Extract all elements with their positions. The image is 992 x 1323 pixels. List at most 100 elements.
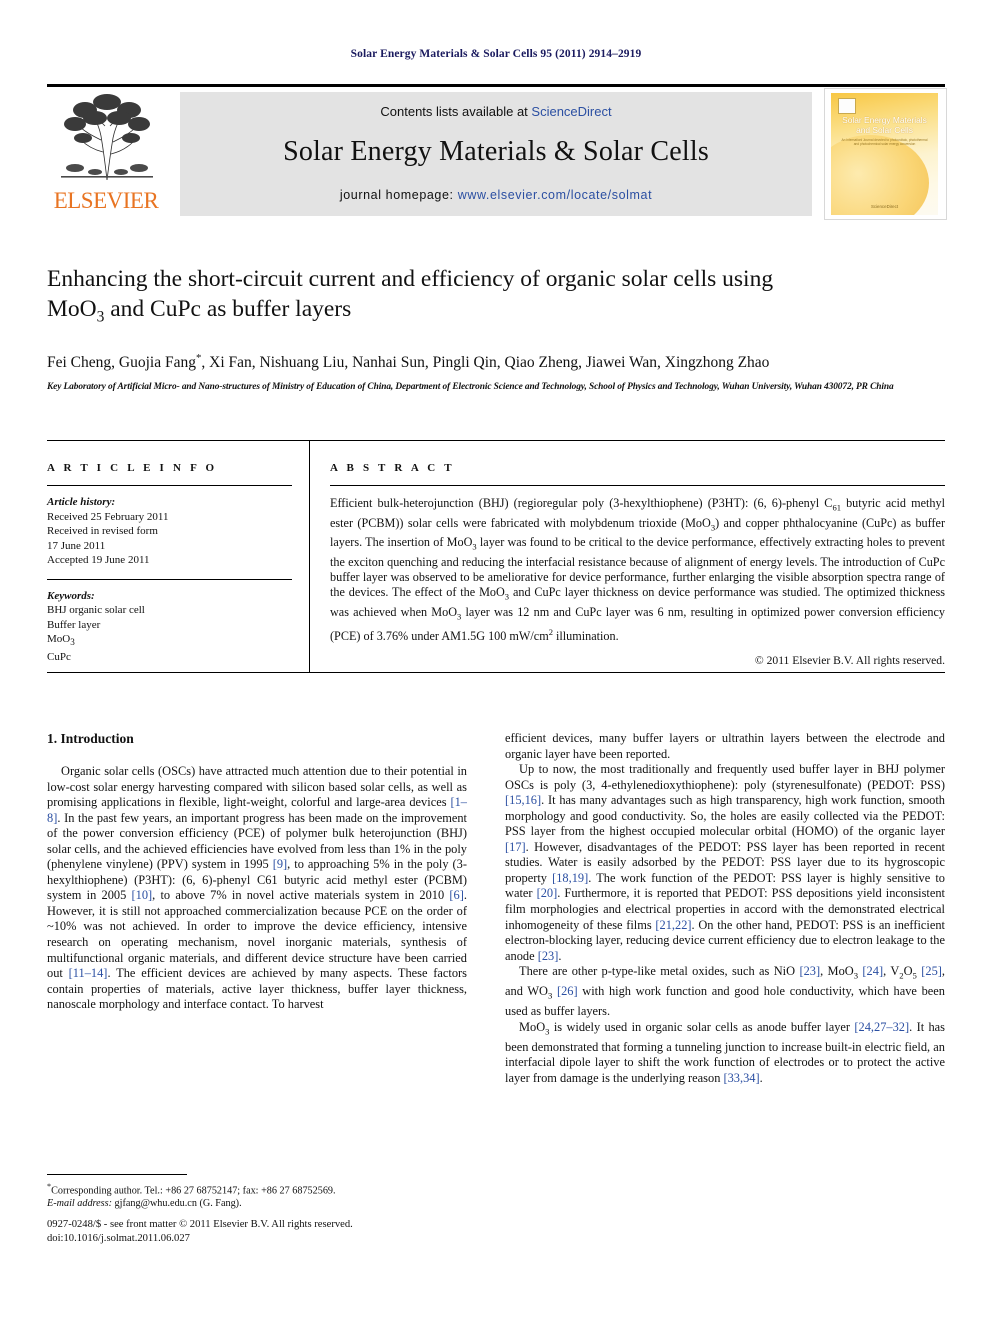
citation-ref[interactable]: [15,16]: [505, 793, 541, 807]
journal-article-page: Solar Energy Materials & Solar Cells 95 …: [0, 0, 992, 1323]
authors-first: Fei Cheng, Guojia Fang: [47, 353, 196, 371]
contents-available-line: Contents lists available at ScienceDirec…: [180, 104, 812, 119]
citation-ref[interactable]: [23]: [799, 964, 820, 978]
abstract-copyright: © 2011 Elsevier B.V. All rights reserved…: [754, 653, 945, 667]
text-seg: MoO: [519, 1019, 546, 1034]
footnote-corresponding-text: Corresponding author. Tel.: +86 27 68752…: [51, 1185, 336, 1197]
abstract-rule: [330, 485, 945, 486]
text-seg: , MoO: [820, 964, 854, 979]
journal-title: Solar Energy Materials & Solar Cells: [283, 136, 709, 167]
text-seg: Organic solar cells (OSCs) have attracte…: [47, 764, 467, 810]
citation-ref[interactable]: [24,27–32]: [854, 1020, 909, 1034]
text-seg: , V: [883, 964, 900, 979]
citation-ref[interactable]: [21,22]: [655, 918, 691, 932]
article-info-rule: [47, 485, 292, 486]
masthead-banner: Contents lists available at ScienceDirec…: [180, 92, 812, 216]
keyword-item: CuPc: [47, 650, 71, 663]
journal-homepage-line: journal homepage: www.elsevier.com/locat…: [180, 188, 812, 202]
cover-title-line2: and Solar Cells: [856, 125, 913, 135]
text-seg: O: [903, 964, 913, 979]
body-column-right: efficient devices, many buffer layers or…: [505, 731, 945, 1086]
abstract-sub-61: 61: [832, 502, 841, 513]
cover-elsevier-mark-icon: [838, 98, 856, 114]
text-seg: , to above 7% in novel active materials …: [152, 888, 450, 903]
citation-ref[interactable]: [24]: [862, 964, 883, 978]
keywords-list: Keywords: BHJ organic solar cell Buffer …: [47, 589, 292, 665]
footnote-email-label: E-mail address:: [47, 1198, 112, 1210]
citation-ref[interactable]: [18,19]: [552, 871, 588, 885]
masthead-top-rule: [47, 84, 945, 87]
text-seg: . It has many advantages such as high tr…: [505, 793, 945, 839]
abstract-seg-7: illumination.: [552, 628, 619, 643]
paper-title-line1: Enhancing the short-circuit current and …: [47, 266, 774, 292]
article-history-revised: Received in revised form: [47, 525, 158, 537]
article-history-label: Article history:: [47, 496, 116, 508]
sciencedirect-link[interactable]: ScienceDirect: [531, 104, 611, 119]
cover-subtitle: An Internationl Journal devoted to photo…: [841, 138, 928, 146]
body-column-left: Organic solar cells (OSCs) have attracte…: [47, 764, 467, 1013]
abstract-heading: A B S T R A C T: [330, 462, 455, 474]
footer-doi-line[interactable]: doi:10.1016/j.solmat.2011.06.027: [47, 1233, 190, 1244]
journal-cover-artwork: Solar Energy Materials and Solar Cells A…: [831, 93, 938, 215]
article-history-received: Received 25 February 2011: [47, 510, 169, 523]
paragraph: efficient devices, many buffer layers or…: [505, 731, 945, 761]
journal-cover-thumbnail: Solar Energy Materials and Solar Cells A…: [824, 88, 947, 220]
contents-prefix-text: Contents lists available at: [380, 104, 532, 119]
sun-graphic-icon: [831, 135, 929, 215]
citation-ref[interactable]: [20]: [537, 886, 558, 900]
cover-footer-mark: ScienceDirect: [870, 204, 899, 209]
journal-masthead: ELSEVIER Contents lists available at Sci…: [47, 84, 947, 220]
paragraph: MoO3 is widely used in organic solar cel…: [505, 1020, 945, 1087]
cover-journal-title: Solar Energy Materials and Solar Cells: [835, 115, 934, 135]
keyword-item: BHJ organic solar cell: [47, 604, 145, 616]
abstract-column: A B S T R A C T Efficient bulk-heterojun…: [330, 462, 945, 667]
keywords-rule: [47, 578, 292, 580]
text-seg: Up to now, the most traditionally and fr…: [505, 762, 945, 792]
keyword-item: MoO3: [47, 633, 75, 648]
article-history: Article history: Received 25 February 20…: [47, 495, 292, 568]
footer-issn-doi: 0927-0248/$ - see front matter © 2011 El…: [47, 1218, 507, 1246]
abstract-text: Efficient bulk-heterojunction (BHJ) (reg…: [330, 496, 945, 644]
citation-ref[interactable]: [17]: [505, 840, 526, 854]
keywords-label: Keywords:: [47, 589, 95, 602]
text-seg: .: [759, 1070, 763, 1085]
elsevier-wordmark: ELSEVIER: [53, 188, 159, 213]
title-block: Enhancing the short-circuit current and …: [47, 264, 945, 394]
article-info-column: A R T I C L E I N F O Article history: R…: [47, 462, 292, 664]
elsevier-logo: ELSEVIER: [47, 92, 165, 216]
footnote-rule: [47, 1174, 187, 1175]
paper-title-line2-post: and CuPc as buffer layers: [104, 296, 352, 322]
authors-rest: , Xi Fan, Nishuang Liu, Nanhai Sun, Ping…: [201, 353, 770, 371]
article-history-accepted: Accepted 19 June 2011: [47, 554, 150, 566]
abstract-seg-1: Efficient bulk-heterojunction (BHJ) (reg…: [330, 496, 833, 510]
citation-ref[interactable]: [6]: [449, 888, 463, 902]
citation-ref[interactable]: [26]: [557, 984, 578, 998]
corresponding-author-footnote: *Corresponding author. Tel.: +86 27 6875…: [47, 1180, 467, 1210]
citation-ref[interactable]: [25]: [921, 964, 942, 978]
text-seg: There are other p-type-like metal oxides…: [519, 964, 800, 979]
affiliation: Key Laboratory of Artificial Micro- and …: [47, 381, 894, 392]
author-list: Fei Cheng, Guojia Fang*, Xi Fan, Nishuan…: [47, 347, 945, 374]
citation-ref[interactable]: [9]: [273, 857, 287, 871]
paragraph: Organic solar cells (OSCs) have attracte…: [47, 764, 467, 1013]
text-seg: .: [558, 948, 562, 963]
info-block-top-rule: [47, 440, 945, 441]
paper-title-line2-pre: MoO: [47, 296, 97, 322]
elsevier-tree-icon: [55, 92, 159, 186]
info-abstract-divider: [309, 440, 310, 673]
paper-title: Enhancing the short-circuit current and …: [47, 264, 945, 333]
info-block-bottom-rule: [47, 672, 945, 673]
footer-issn-line: 0927-0248/$ - see front matter © 2011 El…: [47, 1219, 353, 1230]
article-info-heading: A R T I C L E I N F O: [47, 462, 218, 474]
paragraph: Up to now, the most traditionally and fr…: [505, 762, 945, 964]
text-seg: is widely used in organic solar cells as…: [549, 1019, 855, 1034]
cover-title-line1: Solar Energy Materials: [842, 115, 927, 125]
footnote-email-value[interactable]: gjfang@whu.edu.cn (G. Fang).: [112, 1198, 242, 1209]
journal-homepage-url[interactable]: www.elsevier.com/locate/solmat: [458, 188, 652, 202]
citation-ref[interactable]: [10]: [132, 888, 153, 902]
citation-ref[interactable]: [23]: [538, 949, 559, 963]
citation-ref[interactable]: [11–14]: [69, 966, 108, 980]
text-seg: . The efficient devices are achieved by …: [47, 966, 467, 1012]
article-history-revised-date: 17 June 2011: [47, 539, 106, 552]
citation-ref[interactable]: [33,34]: [723, 1071, 759, 1085]
